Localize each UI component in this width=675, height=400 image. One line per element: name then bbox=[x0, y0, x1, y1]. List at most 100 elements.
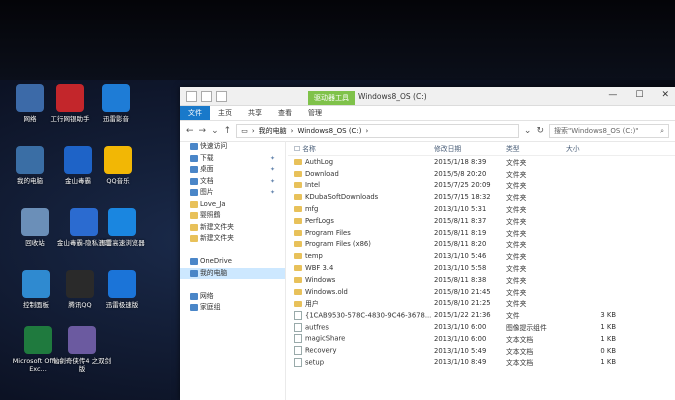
desktop-icon-game[interactable]: 仙剑奇侠传4 之双剑版 bbox=[52, 326, 112, 373]
file-row[interactable]: Program Files (x86) 2015/8/11 8:20 文件夹 bbox=[288, 239, 675, 251]
file-size: 3 KB bbox=[600, 311, 616, 320]
column-size[interactable]: 大小 bbox=[566, 143, 616, 153]
breadcrumb-current[interactable]: Windows8_OS (C:) bbox=[297, 127, 361, 135]
nav-item[interactable]: 文档 ✦ bbox=[180, 176, 285, 188]
column-type[interactable]: 类型 bbox=[506, 143, 566, 153]
new-folder-icon[interactable] bbox=[216, 91, 227, 102]
download-icon bbox=[190, 154, 198, 162]
forward-arrow-icon[interactable]: → bbox=[199, 126, 207, 136]
file-type: 文件夹 bbox=[506, 229, 527, 238]
file-row[interactable]: Windows.old 2015/8/10 21:45 文件夹 bbox=[288, 286, 675, 298]
search-box[interactable]: 搜索"Windows8_OS (C:)" ⌕ bbox=[549, 124, 669, 138]
network-icon bbox=[190, 292, 198, 300]
file-name: 用户 bbox=[305, 300, 319, 309]
file-date: 2013/1/10 5:58 bbox=[434, 264, 487, 273]
file-row[interactable]: temp 2013/1/10 5:46 文件夹 bbox=[288, 250, 675, 262]
desktop-icon-thunder[interactable]: 迅雷极速版 bbox=[92, 270, 152, 309]
drive-tools-tab[interactable]: 驱动器工具 bbox=[308, 91, 355, 105]
desktop-icon-label: 迅雷影音 bbox=[103, 115, 129, 123]
nav-item[interactable]: 快速访问 bbox=[180, 141, 285, 153]
column-name[interactable]: ☐ 名称 bbox=[288, 143, 434, 153]
tab-view[interactable]: 查看 bbox=[270, 106, 300, 120]
recycle-bin-icon bbox=[21, 208, 49, 236]
nav-item[interactable]: 网络 bbox=[180, 291, 285, 303]
nav-item[interactable]: 婴照鶴 bbox=[180, 210, 285, 222]
tab-manage[interactable]: 管理 bbox=[300, 106, 330, 120]
file-row[interactable]: AuthLog 2015/1/18 8:39 文件夹 bbox=[288, 156, 675, 168]
nav-item[interactable]: 新建文件夹 bbox=[180, 222, 285, 234]
nav-item[interactable]: OneDrive bbox=[180, 256, 285, 268]
file-row[interactable]: magicShare 2013/1/10 6:00 文本文档 1 KB bbox=[288, 333, 675, 345]
file-name: Intel bbox=[305, 181, 321, 190]
file-row[interactable]: Windows 2015/8/11 8:38 文件夹 bbox=[288, 274, 675, 286]
maximize-button[interactable]: ☐ bbox=[635, 90, 643, 100]
nav-item-label: 婴照鶴 bbox=[200, 211, 221, 219]
nav-item[interactable]: Love_Ja bbox=[180, 199, 285, 211]
nav-item[interactable]: 家庭组 bbox=[180, 302, 285, 314]
file-row[interactable]: autfres 2013/1/10 6:00 图像提示组件 1 KB bbox=[288, 321, 675, 333]
file-date: 2015/8/11 8:38 bbox=[434, 275, 487, 284]
tab-file[interactable]: 文件 bbox=[180, 106, 210, 120]
tab-home[interactable]: 主页 bbox=[210, 106, 240, 120]
file-row[interactable]: Recovery 2013/1/10 5:49 文本文档 0 KB bbox=[288, 345, 675, 357]
folder-icon bbox=[190, 200, 198, 208]
address-bar[interactable]: ▭ › 我的电脑 › Windows8_OS (C:) › bbox=[236, 124, 519, 138]
file-name: WBF 3.4 bbox=[305, 264, 334, 273]
file-name: setup bbox=[305, 358, 325, 367]
file-row[interactable]: KDubaSoftDownloads 2015/7/15 18:32 文件夹 bbox=[288, 191, 675, 203]
breadcrumb-separator: › bbox=[365, 127, 369, 135]
nav-item[interactable]: 图片 ✦ bbox=[180, 187, 285, 199]
file-row[interactable]: setup 2013/1/10 8:49 文本文档 1 KB bbox=[288, 357, 675, 369]
file-row[interactable]: 用户 2015/8/10 21:25 文件夹 bbox=[288, 298, 675, 310]
desktop-icon bbox=[190, 166, 198, 173]
file-date: 2015/8/11 8:20 bbox=[434, 240, 487, 249]
file-name-cell: mfg bbox=[288, 205, 434, 213]
pin-icon[interactable]: ✦ bbox=[270, 187, 275, 199]
close-button[interactable]: ✕ bbox=[661, 90, 669, 100]
nav-item[interactable]: 新建文件夹 bbox=[180, 233, 285, 245]
folder-icon[interactable] bbox=[186, 91, 197, 102]
column-date[interactable]: 修改日期 bbox=[434, 143, 506, 153]
file-row[interactable]: {1CAB9530-578C-4830-9C46-3678... 2015/1/2… bbox=[288, 309, 675, 321]
file-name: {1CAB9530-578C-4830-9C46-3678... bbox=[305, 311, 432, 320]
file-name: PerfLogs bbox=[305, 216, 334, 225]
desktop-icon-qqmusic[interactable]: QQ音乐 bbox=[88, 146, 148, 185]
checkbox-icon[interactable] bbox=[201, 91, 212, 102]
breadcrumb-root[interactable]: 我的电脑 bbox=[259, 126, 287, 136]
file-type: 文件夹 bbox=[506, 206, 527, 215]
file-date: 2015/1/18 8:39 bbox=[434, 157, 487, 166]
recent-chevron-icon[interactable]: ⌄ bbox=[211, 126, 219, 136]
file-name: AuthLog bbox=[305, 157, 334, 166]
folder-icon bbox=[294, 253, 302, 260]
file-row[interactable]: Program Files 2015/8/11 8:19 文件夹 bbox=[288, 227, 675, 239]
file-row[interactable]: mfg 2013/1/10 5:31 文件夹 bbox=[288, 203, 675, 215]
nav-item-label: OneDrive bbox=[200, 257, 232, 265]
excel-icon bbox=[24, 326, 52, 354]
refresh-icon[interactable]: ↻ bbox=[536, 126, 544, 136]
folder-icon bbox=[190, 212, 198, 219]
file-row[interactable]: PerfLogs 2015/8/11 8:37 文件夹 bbox=[288, 215, 675, 227]
back-arrow-icon[interactable]: ← bbox=[186, 126, 194, 136]
file-row[interactable]: WBF 3.4 2013/1/10 5:58 文件夹 bbox=[288, 262, 675, 274]
file-row[interactable]: Intel 2015/7/25 20:09 文件夹 bbox=[288, 180, 675, 192]
file-list: ☐ 名称 修改日期 类型 大小 AuthLog 2015/1/18 8:39 文件夹… bbox=[288, 141, 675, 400]
file-name-cell: PerfLogs bbox=[288, 217, 434, 225]
file-name: magicShare bbox=[305, 334, 346, 343]
file-name-cell: Download bbox=[288, 170, 434, 178]
file-date: 2013/1/10 5:31 bbox=[434, 205, 487, 214]
address-dropdown-icon[interactable]: ⌄ bbox=[524, 126, 532, 136]
nav-item[interactable]: 下载 ✦ bbox=[180, 153, 285, 165]
file-date: 2013/1/10 6:00 bbox=[434, 334, 487, 343]
desktop-icon-browser[interactable]: 迅雷高速浏览器 bbox=[92, 208, 152, 247]
nav-item[interactable]: 我的电脑 bbox=[180, 267, 285, 279]
search-icon[interactable]: ⌕ bbox=[660, 125, 664, 137]
pin-icon[interactable]: ✦ bbox=[270, 153, 275, 165]
desktop-icon-thunder-player[interactable]: 迅雷影音 bbox=[86, 84, 146, 123]
up-arrow-icon[interactable]: ↑ bbox=[224, 126, 232, 136]
pin-icon[interactable]: ✦ bbox=[270, 176, 275, 188]
file-row[interactable]: Download 2015/5/8 20:20 文件夹 bbox=[288, 168, 675, 180]
tab-share[interactable]: 共享 bbox=[240, 106, 270, 120]
pin-icon[interactable]: ✦ bbox=[270, 164, 275, 176]
minimize-button[interactable]: — bbox=[608, 90, 617, 100]
nav-item[interactable]: 桌面 ✦ bbox=[180, 164, 285, 176]
